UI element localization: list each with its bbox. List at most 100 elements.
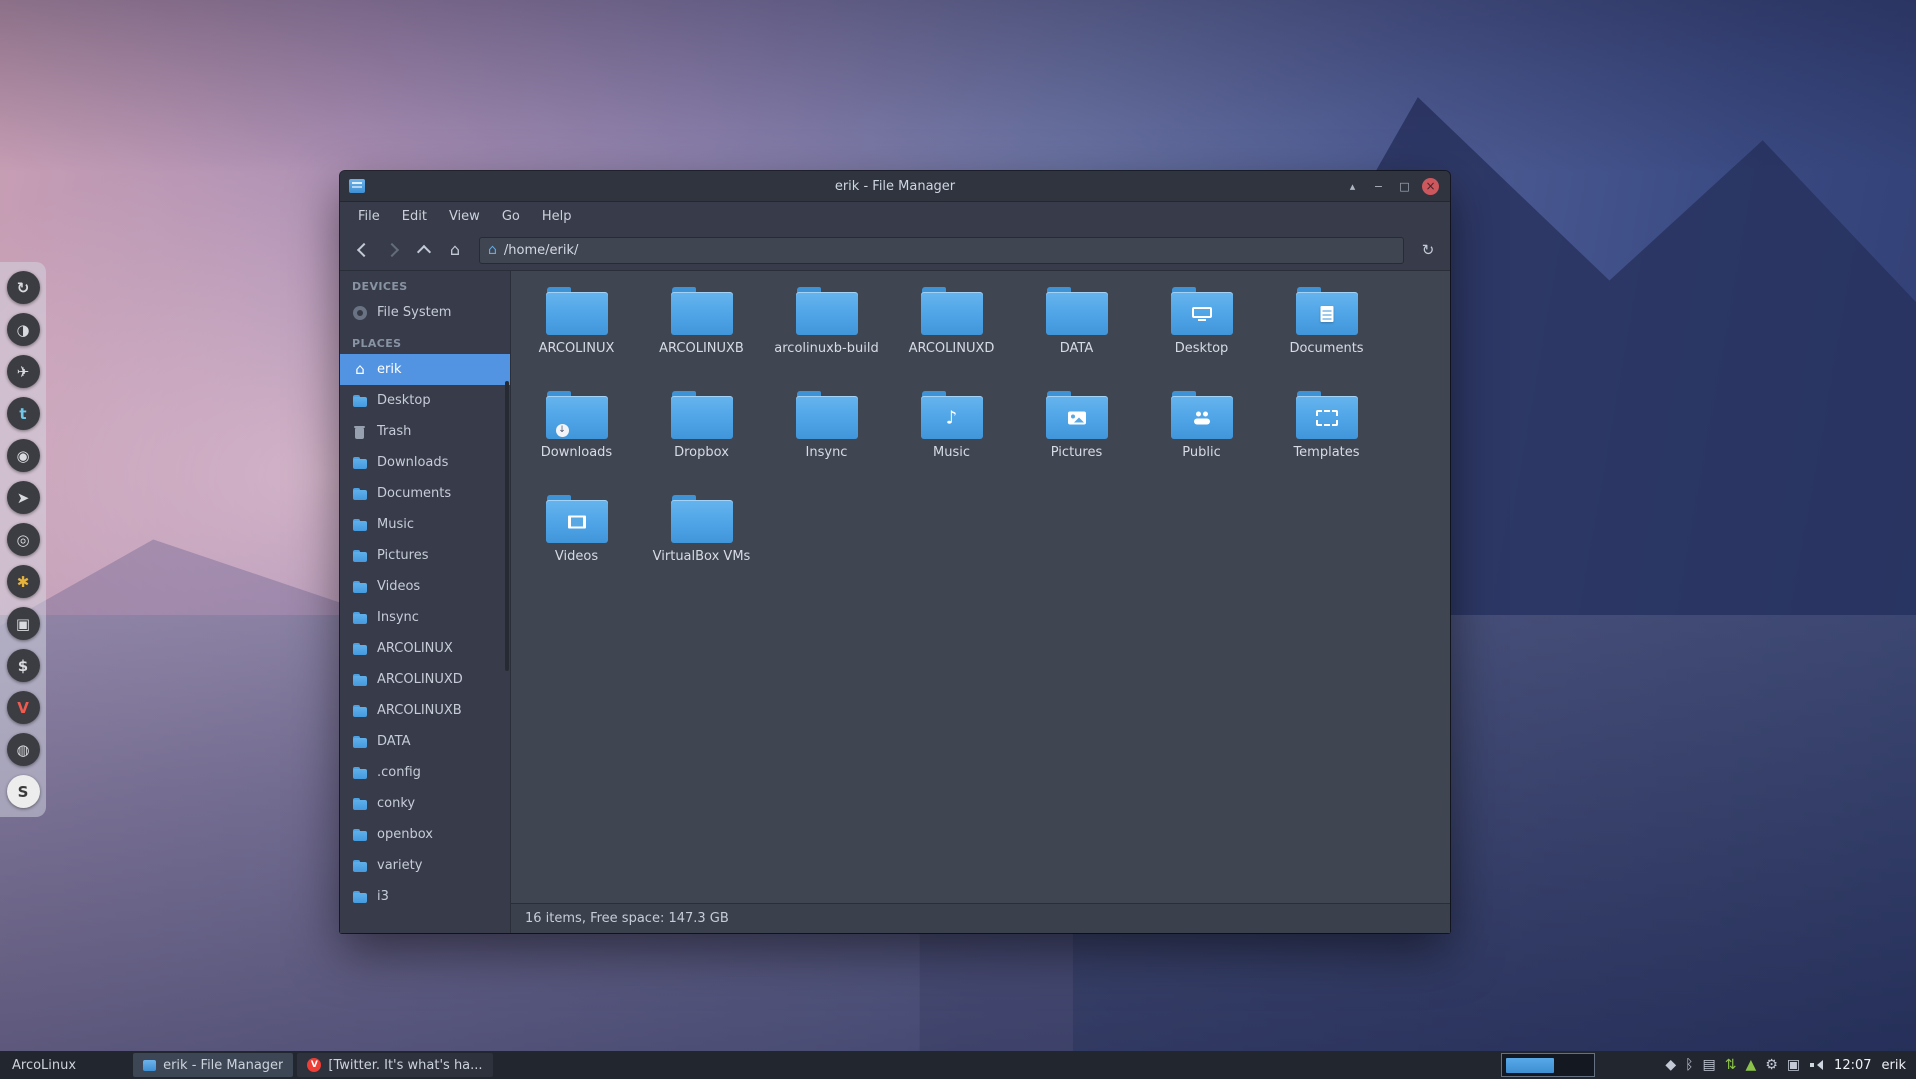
window-body: DEVICESFile SystemPLACES⌂erikDesktopTras… bbox=[340, 271, 1450, 933]
task-erik-file-manager[interactable]: erik - File Manager bbox=[133, 1053, 293, 1077]
sidebar-item-label: variety bbox=[377, 858, 422, 873]
updates-tray-icon[interactable]: ▲ bbox=[1745, 1058, 1756, 1072]
sidebar-item-downloads[interactable]: Downloads bbox=[340, 447, 510, 478]
sidebar-item-conky[interactable]: conky bbox=[340, 788, 510, 819]
sidebar-item-arcolinux[interactable]: ARCOLINUX bbox=[340, 633, 510, 664]
menu-bar: FileEditViewGoHelp bbox=[340, 202, 1450, 230]
sidebar-item-music[interactable]: Music bbox=[340, 509, 510, 540]
dock-launcher-4[interactable]: t bbox=[7, 397, 40, 430]
folder-icon bbox=[671, 391, 733, 439]
sidebar-item-openbox[interactable]: openbox bbox=[340, 819, 510, 850]
menu-go[interactable]: Go bbox=[492, 206, 530, 227]
dock-launcher-8[interactable]: ✱ bbox=[7, 565, 40, 598]
window-preview-thumbnail[interactable] bbox=[1501, 1053, 1595, 1077]
file-templates[interactable]: Templates bbox=[1264, 383, 1389, 487]
path-text: /home/erik/ bbox=[504, 243, 578, 258]
file-manager-icon bbox=[143, 1060, 156, 1071]
file-insync[interactable]: Insync bbox=[764, 383, 889, 487]
folder-icon bbox=[1296, 391, 1358, 439]
settings-tray-icon[interactable]: ⚙ bbox=[1765, 1058, 1778, 1072]
sidebar-item-arcolinuxd[interactable]: ARCOLINUXD bbox=[340, 664, 510, 695]
dropbox-tray-icon[interactable]: ◆ bbox=[1665, 1058, 1676, 1072]
sidebar-item-documents[interactable]: Documents bbox=[340, 478, 510, 509]
menu-edit[interactable]: Edit bbox=[392, 206, 437, 227]
file-videos[interactable]: Videos bbox=[514, 487, 639, 591]
folder-icon bbox=[352, 858, 368, 874]
menu-view[interactable]: View bbox=[439, 206, 490, 227]
dock-launcher-1[interactable]: ↻ bbox=[7, 271, 40, 304]
file-label: Downloads bbox=[541, 446, 612, 460]
folder-icon bbox=[352, 641, 368, 657]
file-documents[interactable]: Documents bbox=[1264, 279, 1389, 383]
dock-launcher-5[interactable]: ◉ bbox=[7, 439, 40, 472]
refresh-button[interactable]: ↻ bbox=[1415, 237, 1441, 263]
file-virtualbox-vms[interactable]: VirtualBox VMs bbox=[639, 487, 764, 591]
bluetooth-tray-icon[interactable]: ᛒ bbox=[1685, 1058, 1693, 1072]
file-label: Insync bbox=[806, 446, 848, 460]
dock-launcher-11[interactable]: V bbox=[7, 691, 40, 724]
dock-launcher-6[interactable]: ➤ bbox=[7, 481, 40, 514]
forward-button[interactable] bbox=[380, 237, 406, 263]
dock-launcher-12[interactable]: ◍ bbox=[7, 733, 40, 766]
dock-launcher-3[interactable]: ✈ bbox=[7, 355, 40, 388]
dock-launcher-7[interactable]: ◎ bbox=[7, 523, 40, 556]
taskbar-menu-button[interactable]: ArcoLinux bbox=[0, 1051, 88, 1079]
sidebar-item-config[interactable]: .config bbox=[340, 757, 510, 788]
sidebar-item-label: conky bbox=[377, 796, 415, 811]
folder-icon bbox=[1046, 391, 1108, 439]
dock-launcher-10[interactable]: $ bbox=[7, 649, 40, 682]
path-bar[interactable]: ⌂ /home/erik/ bbox=[479, 237, 1404, 264]
dock-launcher-2[interactable]: ◑ bbox=[7, 313, 40, 346]
sidebar-item-videos[interactable]: Videos bbox=[340, 571, 510, 602]
display-tray-icon[interactable]: ▣ bbox=[1787, 1058, 1800, 1072]
file-arcolinuxb[interactable]: ARCOLINUXB bbox=[639, 279, 764, 383]
back-button[interactable] bbox=[349, 237, 375, 263]
file-desktop[interactable]: Desktop bbox=[1139, 279, 1264, 383]
folder-icon bbox=[352, 734, 368, 750]
file-arcolinuxd[interactable]: ARCOLINUXD bbox=[889, 279, 1014, 383]
sidebar-item-variety[interactable]: variety bbox=[340, 850, 510, 881]
file-music[interactable]: Music bbox=[889, 383, 1014, 487]
sidebar-item-data[interactable]: DATA bbox=[340, 726, 510, 757]
folder-icon bbox=[352, 455, 368, 471]
folder-icon bbox=[352, 610, 368, 626]
sidebar-scrollbar[interactable] bbox=[505, 381, 509, 671]
clipboard-tray-icon[interactable]: ▤ bbox=[1703, 1058, 1716, 1072]
sidebar-item-label: i3 bbox=[377, 889, 389, 904]
file-downloads[interactable]: Downloads bbox=[514, 383, 639, 487]
dock-launcher-13[interactable]: S bbox=[7, 775, 40, 808]
task-twitter-it-s-what-s-ha[interactable]: V[Twitter. It's what's ha... bbox=[297, 1053, 492, 1077]
up-button[interactable] bbox=[411, 237, 437, 263]
sidebar-item-arcolinuxb[interactable]: ARCOLINUXB bbox=[340, 695, 510, 726]
sidebar-item-desktop[interactable]: Desktop bbox=[340, 385, 510, 416]
network-traffic-tray-icon[interactable]: ⇅ bbox=[1725, 1058, 1737, 1072]
sidebar-item-insync[interactable]: Insync bbox=[340, 602, 510, 633]
file-pictures[interactable]: Pictures bbox=[1014, 383, 1139, 487]
file-public[interactable]: Public bbox=[1139, 383, 1264, 487]
menu-help[interactable]: Help bbox=[532, 206, 582, 227]
file-dropbox[interactable]: Dropbox bbox=[639, 383, 764, 487]
sidebar-item-file-system[interactable]: File System bbox=[340, 297, 510, 328]
people-emblem-icon bbox=[1193, 412, 1211, 425]
close-button[interactable]: × bbox=[1422, 178, 1439, 195]
file-arcolinuxb-build[interactable]: arcolinuxb-build bbox=[764, 279, 889, 383]
shade-button[interactable]: ▴ bbox=[1344, 178, 1361, 195]
sidebar-item-pictures[interactable]: Pictures bbox=[340, 540, 510, 571]
sidebar-item-erik[interactable]: ⌂erik bbox=[340, 354, 510, 385]
minimize-button[interactable]: − bbox=[1370, 178, 1387, 195]
file-arcolinux[interactable]: ARCOLINUX bbox=[514, 279, 639, 383]
sidebar-item-trash[interactable]: Trash bbox=[340, 416, 510, 447]
sidebar-item-i3[interactable]: i3 bbox=[340, 881, 510, 912]
menu-file[interactable]: File bbox=[348, 206, 390, 227]
file-data[interactable]: DATA bbox=[1014, 279, 1139, 383]
dock-launcher-9[interactable]: ▣ bbox=[7, 607, 40, 640]
maximize-button[interactable]: □ bbox=[1396, 178, 1413, 195]
folder-icon bbox=[671, 495, 733, 543]
home-icon: ⌂ bbox=[450, 242, 460, 258]
titlebar[interactable]: erik - File Manager ▴−□× bbox=[340, 171, 1450, 202]
volume-tray-icon[interactable] bbox=[1809, 1058, 1824, 1072]
sidebar-item-label: DATA bbox=[377, 734, 411, 749]
taskbar-clock: 12:07 bbox=[1834, 1058, 1871, 1073]
home-button[interactable]: ⌂ bbox=[442, 237, 468, 263]
monitor-emblem-icon bbox=[1192, 307, 1212, 321]
